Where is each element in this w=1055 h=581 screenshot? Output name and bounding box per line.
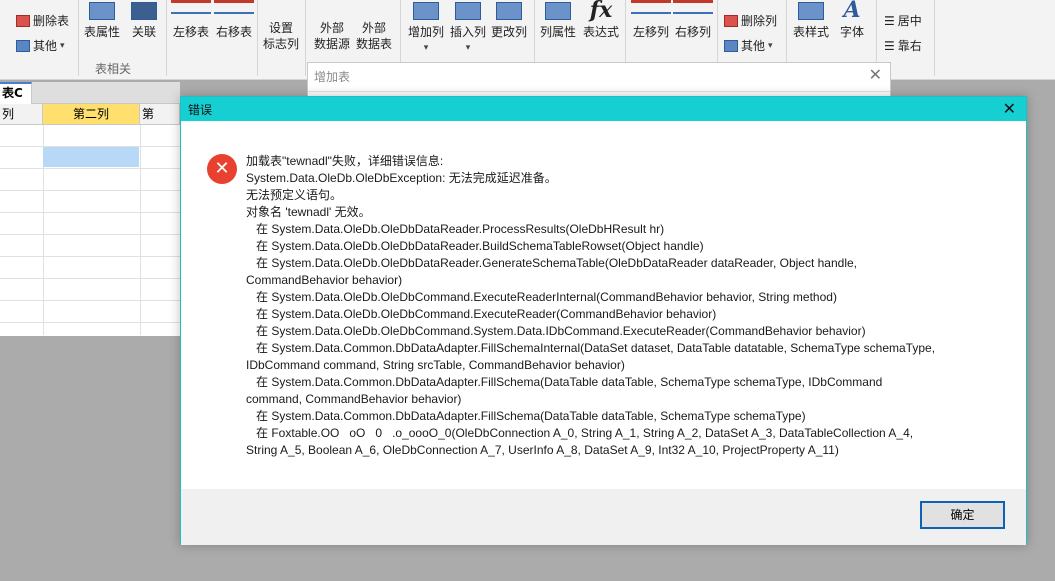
- align-right-icon: ☰: [884, 38, 895, 53]
- dialog-title: 增加表: [314, 70, 351, 84]
- relation-button[interactable]: 关联: [131, 0, 157, 40]
- grid-line: [140, 125, 141, 335]
- table-row[interactable]: [0, 257, 180, 279]
- external-datasource-button[interactable]: 外部 数据源: [314, 4, 350, 52]
- column-props-button[interactable]: 列属性: [540, 0, 576, 40]
- table-style-icon: [798, 2, 824, 20]
- insert-column-button[interactable]: 插入列 ▾: [450, 0, 486, 56]
- dropdown-arrow-icon: ▾: [423, 43, 429, 53]
- move-column-left-button[interactable]: 左移列: [631, 0, 671, 40]
- delete-table-icon: [16, 14, 30, 27]
- table-props-button[interactable]: 表属性: [84, 0, 120, 40]
- move-right-arrows-icon: [673, 0, 713, 14]
- column-header[interactable]: 列: [0, 104, 43, 125]
- delete-column-icon: [724, 14, 738, 27]
- align-center-button[interactable]: ☰ 居中: [884, 12, 922, 29]
- separator: [305, 0, 306, 76]
- align-center-icon: ☰: [884, 13, 895, 28]
- move-left-arrows-icon: [171, 0, 211, 14]
- insert-column-icon: [455, 2, 481, 20]
- table-row[interactable]: [0, 169, 180, 191]
- column-header[interactable]: 第: [140, 104, 180, 125]
- move-table-right-button[interactable]: 右移表: [214, 0, 254, 40]
- grid-icon: [724, 39, 738, 52]
- error-icon: ✕: [207, 154, 237, 184]
- other-right-button[interactable]: 其他 ▾: [724, 37, 773, 54]
- separator: [257, 0, 258, 76]
- add-column-icon: [413, 2, 439, 20]
- add-column-button[interactable]: 增加列 ▾: [408, 0, 444, 56]
- divider: [308, 91, 890, 92]
- change-column-icon: [496, 2, 522, 20]
- move-table-left-button[interactable]: 左移表: [171, 0, 211, 40]
- table-props-icon: [89, 2, 115, 20]
- dialog-footer: 确定: [181, 489, 1026, 545]
- table-row[interactable]: [0, 279, 180, 301]
- close-icon[interactable]: ✕: [869, 65, 882, 84]
- align-right-button[interactable]: ☰ 靠右: [884, 37, 922, 54]
- data-sheet: 表C 列 第二列 第: [0, 82, 180, 336]
- font-icon: A: [843, 0, 861, 23]
- close-icon[interactable]: ✕: [1003, 99, 1016, 118]
- fx-icon: fx: [589, 0, 613, 23]
- ok-button[interactable]: 确定: [920, 501, 1005, 529]
- error-message: 加载表"tewnadl"失败，详细错误信息: System.Data.OleDb…: [246, 154, 936, 457]
- separator: [934, 0, 935, 76]
- move-left-arrows-icon: [631, 0, 671, 14]
- change-column-button[interactable]: 更改列: [491, 0, 527, 40]
- move-right-arrows-icon: [214, 0, 254, 14]
- move-column-right-button[interactable]: 右移列: [673, 0, 713, 40]
- relation-icon: [131, 2, 157, 20]
- delete-column-button[interactable]: 删除列: [724, 12, 777, 29]
- selected-cell[interactable]: [43, 147, 139, 167]
- other-left-button[interactable]: 其他 ▾: [16, 37, 65, 54]
- expression-button[interactable]: fx 表达式: [583, 0, 619, 40]
- delete-table-button[interactable]: 删除表: [16, 12, 69, 29]
- table-row[interactable]: [0, 125, 180, 147]
- tab-strip: [32, 82, 180, 104]
- dialog-title-bar: 错误 ✕: [181, 97, 1026, 121]
- grid-icon: [16, 39, 30, 52]
- column-props-icon: [545, 2, 571, 20]
- column-header-selected[interactable]: 第二列: [43, 104, 140, 125]
- dropdown-arrow-icon: ▾: [465, 43, 471, 53]
- group-label-table-related: 表相关: [95, 62, 132, 76]
- set-title-column-button[interactable]: 设置 标志列: [263, 4, 299, 52]
- separator: [166, 0, 167, 76]
- separator: [78, 0, 79, 76]
- dialog-title: 错误: [188, 103, 213, 117]
- table-row[interactable]: [0, 213, 180, 235]
- table-row[interactable]: [0, 235, 180, 257]
- dropdown-arrow-icon: ▾: [768, 40, 773, 51]
- external-datatable-button[interactable]: 外部 数据表: [356, 4, 392, 52]
- sheet-tab[interactable]: 表C: [0, 82, 32, 104]
- error-dialog: 错误 ✕ ✕ 加载表"tewnadl"失败，详细错误信息: System.Dat…: [180, 96, 1027, 545]
- table-style-button[interactable]: 表样式: [793, 0, 829, 40]
- font-button[interactable]: A 字体: [840, 0, 864, 40]
- table-row[interactable]: [0, 191, 180, 213]
- dropdown-arrow-icon: ▾: [60, 40, 65, 51]
- table-row[interactable]: [0, 301, 180, 323]
- add-table-dialog: 增加表 ✕: [307, 62, 891, 98]
